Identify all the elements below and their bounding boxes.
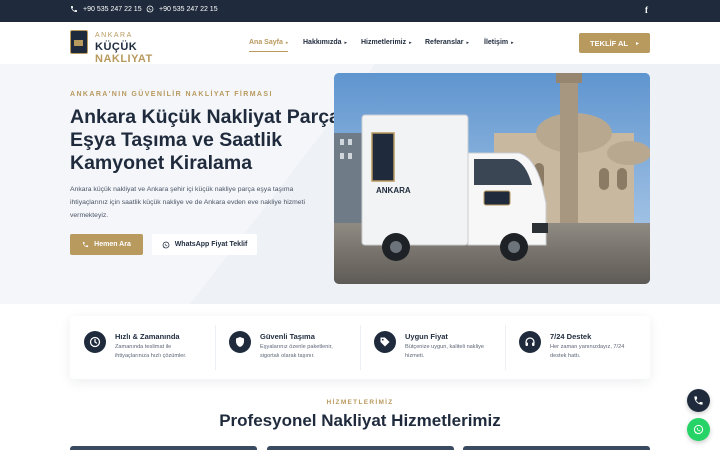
caret-right-icon: ▸ (636, 40, 640, 47)
topbar-phone-link[interactable]: +90 535 247 22 15 (70, 5, 142, 13)
clock-icon (84, 331, 106, 353)
feature-desc: Bütçenize uygun, kaliteli nakliye hizmet… (405, 344, 484, 359)
floating-call-button[interactable] (687, 389, 710, 412)
nav-item-label: Hakkımızda (303, 39, 342, 46)
services-eyebrow: HİZMETLERİMİZ (326, 399, 394, 406)
caret-right-icon: ▸ (466, 39, 470, 46)
features-bar: Hızlı & Zamanında Zamanında teslimat ile… (70, 316, 650, 379)
headset-icon (519, 331, 541, 353)
topbar-whatsapp-number: +90 535 247 22 15 (159, 5, 218, 13)
feature-title: Hızlı & Zamanında (115, 332, 180, 341)
shield-icon (229, 331, 251, 353)
tag-icon (374, 331, 396, 353)
site-logo[interactable]: ANKARA KÜÇÜK NAKLIYAT (70, 30, 190, 65)
caret-right-icon: ▸ (344, 39, 348, 46)
hero-title: Ankara Küçük Nakliyat Parça Eşya Taşıma … (70, 106, 340, 174)
feature-support: 7/24 Destek Her zaman yanınızdayız, 7/24… (505, 316, 650, 379)
feature-title: Uygun Fiyat (405, 332, 448, 341)
facebook-icon[interactable]: f (645, 5, 648, 15)
call-now-button[interactable]: Hemen Ara (70, 234, 143, 255)
hero-truck-photo: ANKARA (334, 73, 650, 284)
top-contact-bar: +90 535 247 22 15 +90 535 247 22 15 f (0, 0, 720, 22)
feature-fast: Hızlı & Zamanında Zamanında teslimat ile… (70, 316, 215, 379)
nav-item-label: İletişim (484, 39, 509, 46)
main-header: ANKARA KÜÇÜK NAKLIYAT Ana Sayfa ▸ Hakkımı… (0, 22, 720, 65)
nav-item-hakkimizda[interactable]: Hakkımızda ▸ (303, 39, 347, 46)
get-quote-label: TEKLİF AL (589, 38, 629, 48)
service-card[interactable] (70, 446, 257, 450)
nav-item-referanslar[interactable]: Referanslar ▸ (425, 39, 469, 46)
feature-title: Güvenli Taşıma (260, 332, 315, 341)
logo-line2-part1: KÜÇÜK (95, 41, 138, 53)
feature-price: Uygun Fiyat Bütçenize uygun, kaliteli na… (360, 316, 505, 379)
nav-item-hizmetlerimiz[interactable]: Hizmetlerimiz ▸ (361, 39, 412, 46)
topbar-phone-number: +90 535 247 22 15 (83, 5, 142, 13)
floating-whatsapp-button[interactable] (687, 418, 710, 441)
phone-icon (694, 396, 703, 405)
nav-item-iletisim[interactable]: İletişim ▸ (484, 39, 514, 46)
nav-item-ana-sayfa[interactable]: Ana Sayfa ▸ (249, 39, 289, 52)
get-quote-button[interactable]: TEKLİF AL ▸ (579, 33, 650, 53)
logo-line1: ANKARA (95, 32, 133, 39)
logo-badge-icon (70, 30, 88, 54)
whatsapp-icon (162, 241, 170, 248)
truck-sign-text: ANKARA (376, 186, 411, 195)
call-now-label: Hemen Ara (94, 241, 131, 248)
phone-icon (71, 6, 77, 12)
topbar-whatsapp-link[interactable]: +90 535 247 22 15 (146, 5, 218, 13)
service-card[interactable] (463, 446, 650, 450)
hero-lead-text: Ankara küçük nakliyat ve Ankara şehir iç… (70, 186, 305, 219)
feature-desc: Eşyalarınız özenle paketlenir, sigortalı… (260, 344, 333, 359)
caret-right-icon: ▸ (409, 39, 412, 46)
caret-right-icon: ▸ (511, 39, 514, 46)
nav-item-label: Hizmetlerimiz (361, 39, 407, 46)
phone-icon (83, 241, 89, 248)
feature-desc: Zamanında teslimat ile ihtiyaçlarınıza h… (115, 344, 187, 359)
logo-line2: KÜÇÜK NAKLIYAT (95, 41, 190, 65)
whatsapp-quote-button[interactable]: WhatsApp Fiyat Teklif (152, 234, 257, 255)
feature-title: 7/24 Destek (550, 332, 592, 341)
truck-image: ANKARA (334, 73, 650, 284)
feature-desc: Her zaman yanınızdayız, 7/24 destek hatt… (550, 344, 625, 359)
whatsapp-quote-label: WhatsApp Fiyat Teklif (174, 241, 248, 248)
feature-safe: Güvenli Taşıma Eşyalarınız özenle paketl… (215, 316, 360, 379)
nav-item-label: Referanslar (425, 39, 464, 46)
caret-right-icon: ▸ (285, 39, 289, 46)
services-title: Profesyonel Nakliyat Hizmetlerimiz (219, 411, 501, 430)
nav-item-label: Ana Sayfa (249, 39, 283, 46)
hero-eyebrow: ANKARA'NIN GÜVENİLİR NAKLİYAT FİRMASI (70, 91, 273, 98)
whatsapp-icon (146, 5, 154, 13)
service-card[interactable] (267, 446, 454, 450)
whatsapp-icon (693, 424, 704, 435)
